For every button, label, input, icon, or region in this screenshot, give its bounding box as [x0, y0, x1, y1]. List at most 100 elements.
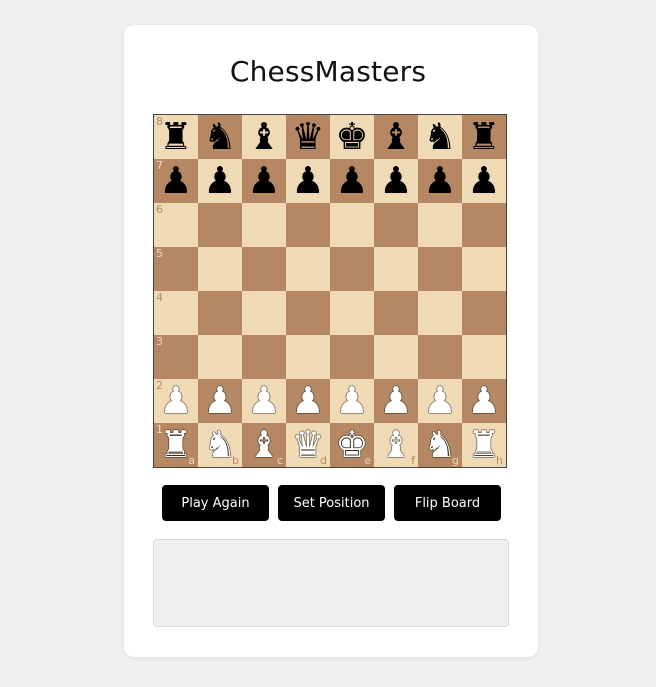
black-pawn-piece[interactable]: ♟ — [423, 159, 456, 203]
square-g3[interactable] — [418, 335, 462, 379]
square-e6[interactable] — [330, 203, 374, 247]
square-f8[interactable]: ♝ — [374, 115, 418, 159]
white-pawn-piece[interactable]: ♟ — [291, 379, 324, 423]
square-b1[interactable]: b ♞ — [198, 423, 242, 467]
square-g6[interactable] — [418, 203, 462, 247]
square-c1[interactable]: c ♝ — [242, 423, 286, 467]
black-knight-piece[interactable]: ♞ — [423, 115, 456, 159]
white-pawn-piece[interactable]: ♟ — [423, 379, 456, 423]
square-e8[interactable]: ♚ — [330, 115, 374, 159]
white-pawn-piece[interactable]: ♟ — [467, 379, 500, 423]
square-g5[interactable] — [418, 247, 462, 291]
square-c7[interactable]: ♟ — [242, 159, 286, 203]
square-a5[interactable]: 5 — [154, 247, 198, 291]
white-rook-piece[interactable]: ♜ — [159, 423, 192, 467]
black-pawn-piece[interactable]: ♟ — [203, 159, 236, 203]
white-bishop-piece[interactable]: ♝ — [247, 423, 280, 467]
square-g7[interactable]: ♟ — [418, 159, 462, 203]
square-b8[interactable]: ♞ — [198, 115, 242, 159]
square-h5[interactable] — [462, 247, 506, 291]
white-pawn-piece[interactable]: ♟ — [159, 379, 192, 423]
white-pawn-piece[interactable]: ♟ — [379, 379, 412, 423]
square-a1[interactable]: 1 a ♜ — [154, 423, 198, 467]
square-h8[interactable]: ♜ — [462, 115, 506, 159]
square-e3[interactable] — [330, 335, 374, 379]
square-d1[interactable]: d ♛ — [286, 423, 330, 467]
black-bishop-piece[interactable]: ♝ — [379, 115, 412, 159]
square-f7[interactable]: ♟ — [374, 159, 418, 203]
square-d2[interactable]: ♟ — [286, 379, 330, 423]
black-pawn-piece[interactable]: ♟ — [159, 159, 192, 203]
square-g4[interactable] — [418, 291, 462, 335]
square-c4[interactable] — [242, 291, 286, 335]
square-f3[interactable] — [374, 335, 418, 379]
square-g2[interactable]: ♟ — [418, 379, 462, 423]
square-h6[interactable] — [462, 203, 506, 247]
black-pawn-piece[interactable]: ♟ — [247, 159, 280, 203]
square-c6[interactable] — [242, 203, 286, 247]
square-b3[interactable] — [198, 335, 242, 379]
square-c3[interactable] — [242, 335, 286, 379]
square-h1[interactable]: h ♜ — [462, 423, 506, 467]
square-h7[interactable]: ♟ — [462, 159, 506, 203]
set-position-button[interactable]: Set Position — [278, 485, 385, 521]
square-e7[interactable]: ♟ — [330, 159, 374, 203]
square-h4[interactable] — [462, 291, 506, 335]
square-e1[interactable]: e ♚ — [330, 423, 374, 467]
play-again-button[interactable]: Play Again — [162, 485, 269, 521]
black-pawn-piece[interactable]: ♟ — [379, 159, 412, 203]
white-queen-piece[interactable]: ♛ — [291, 423, 324, 467]
black-pawn-piece[interactable]: ♟ — [335, 159, 368, 203]
square-c8[interactable]: ♝ — [242, 115, 286, 159]
square-e2[interactable]: ♟ — [330, 379, 374, 423]
square-e5[interactable] — [330, 247, 374, 291]
square-d5[interactable] — [286, 247, 330, 291]
square-d6[interactable] — [286, 203, 330, 247]
black-rook-piece[interactable]: ♜ — [159, 115, 192, 159]
square-b5[interactable] — [198, 247, 242, 291]
square-a4[interactable]: 4 — [154, 291, 198, 335]
black-queen-piece[interactable]: ♛ — [291, 115, 324, 159]
black-king-piece[interactable]: ♚ — [335, 115, 368, 159]
square-d7[interactable]: ♟ — [286, 159, 330, 203]
square-f1[interactable]: f ♝ — [374, 423, 418, 467]
square-g1[interactable]: g ♞ — [418, 423, 462, 467]
square-b4[interactable] — [198, 291, 242, 335]
square-b7[interactable]: ♟ — [198, 159, 242, 203]
square-g8[interactable]: ♞ — [418, 115, 462, 159]
square-h3[interactable] — [462, 335, 506, 379]
white-knight-piece[interactable]: ♞ — [423, 423, 456, 467]
square-b6[interactable] — [198, 203, 242, 247]
square-h2[interactable]: ♟ — [462, 379, 506, 423]
white-pawn-piece[interactable]: ♟ — [335, 379, 368, 423]
square-a6[interactable]: 6 — [154, 203, 198, 247]
black-knight-piece[interactable]: ♞ — [203, 115, 236, 159]
square-a7[interactable]: 7 ♟ — [154, 159, 198, 203]
square-c2[interactable]: ♟ — [242, 379, 286, 423]
black-rook-piece[interactable]: ♜ — [467, 115, 500, 159]
white-pawn-piece[interactable]: ♟ — [247, 379, 280, 423]
chess-board[interactable]: 8 ♜ ♞ ♝ ♛ ♚ ♝ ♞ ♜ 7 ♟ ♟ ♟ ♟ ♟ ♟ ♟ ♟ 6 5 4 3 2 ♟ ♟ ♟ ♟ ♟ ♟ ♟ ♟ 1 a ♜ b ♞ c ♝ d ♛… — [153, 114, 507, 468]
black-bishop-piece[interactable]: ♝ — [247, 115, 280, 159]
square-a3[interactable]: 3 — [154, 335, 198, 379]
square-d8[interactable]: ♛ — [286, 115, 330, 159]
flip-board-button[interactable]: Flip Board — [394, 485, 501, 521]
square-d4[interactable] — [286, 291, 330, 335]
white-king-piece[interactable]: ♚ — [335, 423, 368, 467]
black-pawn-piece[interactable]: ♟ — [291, 159, 324, 203]
square-f5[interactable] — [374, 247, 418, 291]
white-rook-piece[interactable]: ♜ — [467, 423, 500, 467]
square-c5[interactable] — [242, 247, 286, 291]
black-pawn-piece[interactable]: ♟ — [467, 159, 500, 203]
square-a2[interactable]: 2 ♟ — [154, 379, 198, 423]
white-pawn-piece[interactable]: ♟ — [203, 379, 236, 423]
square-f4[interactable] — [374, 291, 418, 335]
square-b2[interactable]: ♟ — [198, 379, 242, 423]
square-f6[interactable] — [374, 203, 418, 247]
square-f2[interactable]: ♟ — [374, 379, 418, 423]
square-a8[interactable]: 8 ♜ — [154, 115, 198, 159]
square-e4[interactable] — [330, 291, 374, 335]
square-d3[interactable] — [286, 335, 330, 379]
white-knight-piece[interactable]: ♞ — [203, 423, 236, 467]
white-bishop-piece[interactable]: ♝ — [379, 423, 412, 467]
